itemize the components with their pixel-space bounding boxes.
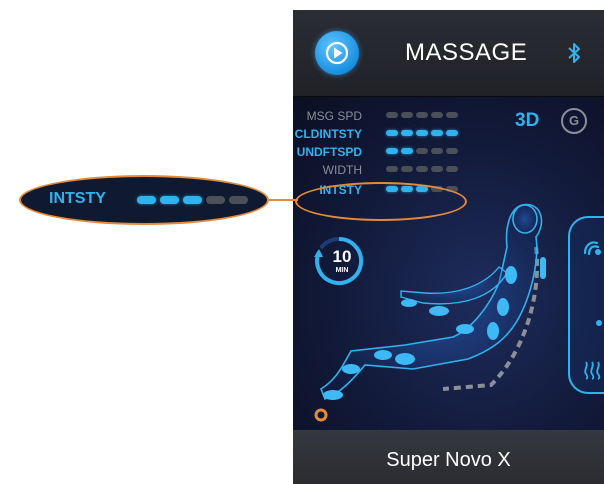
level-dot-on (431, 130, 443, 136)
page-title: MASSAGE (405, 39, 528, 66)
timer-value: 10 (332, 247, 352, 266)
level-dot-on (401, 148, 413, 154)
level-dot-off (229, 196, 248, 204)
level-dot-off (401, 112, 413, 118)
setting-label: UNDFTSPD (296, 145, 362, 159)
level-dots (386, 148, 458, 154)
level-dot-off (386, 112, 398, 118)
level-dot-on (446, 130, 458, 136)
level-dot-off (446, 166, 458, 172)
level-dot-off (206, 196, 225, 204)
level-dot-on (160, 196, 179, 204)
level-dot-on (401, 130, 413, 136)
g-badge[interactable]: G (561, 108, 587, 134)
level-dots (386, 112, 458, 118)
level-dot-off (401, 166, 413, 172)
level-dots (386, 130, 458, 136)
header-bar: MASSAGE (293, 10, 604, 97)
level-dot-off (431, 148, 443, 154)
level-dot-off (416, 148, 428, 154)
level-dot-off (446, 112, 458, 118)
callout-connector (266, 199, 298, 201)
level-dot-off (416, 112, 428, 118)
level-dot-on (416, 130, 428, 136)
hand-massage-icon[interactable] (581, 237, 603, 259)
level-dot-off (416, 166, 428, 172)
model-name: Super Novo X (386, 449, 511, 471)
level-dot-on (137, 196, 156, 204)
level-dot-off (431, 112, 443, 118)
level-dot-on (386, 130, 398, 136)
massage-panel: MASSAGE MSG SPD CLDINTSTY UNDFTSPD WIDTH… (293, 10, 604, 484)
bluetooth-icon[interactable] (567, 42, 581, 64)
level-dot-on (386, 148, 398, 154)
level-dots (386, 166, 458, 172)
setting-label: CLDINTSTY (294, 127, 362, 141)
footer-bar: Super Novo X (293, 430, 604, 484)
callout-level-dots (137, 196, 248, 204)
massage-view: MSG SPD CLDINTSTY UNDFTSPD WIDTH INTSTY (293, 97, 604, 430)
play-circle-icon[interactable] (315, 31, 359, 75)
highlight-ring (295, 182, 467, 221)
timer-unit: MIN (335, 267, 349, 274)
setting-label: WIDTH (322, 163, 362, 177)
heat-icon[interactable] (583, 359, 601, 381)
setting-label: MSG SPD (306, 109, 362, 123)
level-dot-off (386, 166, 398, 172)
level-dot-off (431, 166, 443, 172)
level-dot-on (183, 196, 202, 204)
callout-label: INTSTY (49, 190, 106, 207)
mode-3d-label[interactable]: 3D (515, 110, 539, 132)
pad-indicator-dot (596, 320, 602, 326)
level-dot-off (446, 148, 458, 154)
